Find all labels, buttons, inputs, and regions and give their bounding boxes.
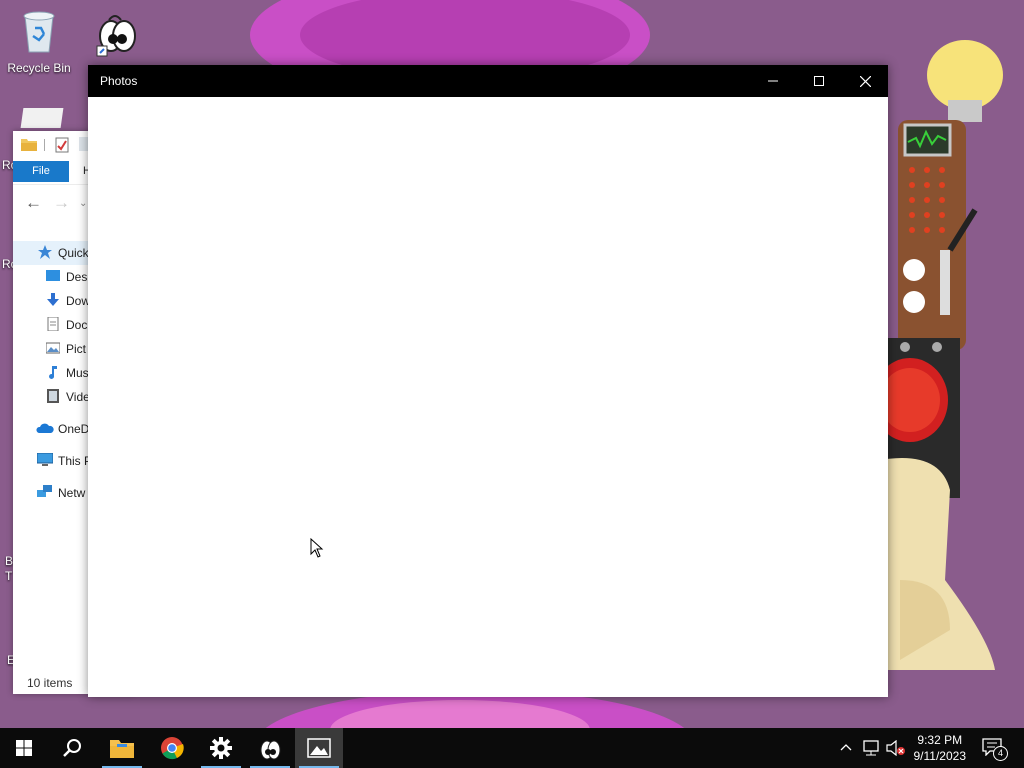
search-icon <box>63 739 81 757</box>
notification-count-badge: 4 <box>993 746 1008 761</box>
maximize-button[interactable] <box>796 65 842 97</box>
documents-icon <box>47 317 59 331</box>
taskbar: 9:32 PM 9/11/2023 4 <box>0 728 1024 768</box>
this-pc-icon <box>37 453 53 466</box>
chrome-icon <box>161 737 184 760</box>
desktop-label-fragment-3: B <box>5 554 14 568</box>
window-title: Photos <box>100 74 138 88</box>
network-status-icon[interactable] <box>862 740 880 756</box>
toontown-icon <box>260 740 281 760</box>
tree-label: Netw <box>58 486 86 500</box>
tree-label: Vide <box>66 390 90 404</box>
photos-content-area[interactable] <box>88 97 888 697</box>
recent-chevron-icon[interactable]: ⌄ <box>79 198 87 209</box>
tree-label: Mus <box>66 366 89 380</box>
notification-center-button[interactable]: 4 <box>982 738 1008 761</box>
mouse-pointer-icon <box>310 538 324 558</box>
recycle-bin-shortcut[interactable]: Recycle Bin <box>3 8 75 75</box>
music-icon <box>49 366 57 379</box>
search-button[interactable] <box>48 728 96 768</box>
minimize-button[interactable] <box>750 65 796 97</box>
tree-label: Quick <box>58 246 89 260</box>
toontown-shortcut-icon <box>96 15 136 57</box>
tree-label: Pict <box>66 342 87 356</box>
file-explorer-icon <box>110 740 134 758</box>
minimize-icon <box>768 80 778 82</box>
status-bar-item-count: 10 items <box>27 676 73 690</box>
close-icon <box>859 75 871 87</box>
taskbar-chrome[interactable] <box>148 728 196 768</box>
taskbar-toontown[interactable] <box>246 728 294 768</box>
clock-time: 9:32 PM <box>917 733 963 747</box>
chevron-up-icon[interactable] <box>840 743 852 751</box>
taskbar-settings[interactable] <box>197 728 245 768</box>
start-icon <box>16 740 32 756</box>
start-button[interactable] <box>0 728 48 768</box>
folder-icon <box>21 139 37 151</box>
settings-icon <box>210 737 232 759</box>
maximize-icon <box>814 76 824 86</box>
photos-icon <box>307 738 331 758</box>
taskbar-photos[interactable] <box>295 728 343 768</box>
star-icon <box>38 245 52 259</box>
desktop-label-fragment-4: T <box>5 569 13 583</box>
tree-label: Doc <box>66 318 88 332</box>
downloads-icon <box>47 293 59 306</box>
toolbar-divider <box>44 139 45 151</box>
system-clock[interactable]: 9:32 PM 9/11/2023 <box>914 732 967 764</box>
back-arrow-icon[interactable]: ← <box>25 193 42 213</box>
recycle-bin-label: Recycle Bin <box>7 61 71 75</box>
pictures-icon <box>46 342 60 354</box>
tree-label: Dow <box>66 294 91 308</box>
photos-window[interactable]: Photos <box>88 65 888 697</box>
recycle-bin-icon <box>23 11 55 53</box>
taskbar-file-explorer[interactable] <box>98 728 146 768</box>
tree-label: OneD <box>58 422 90 436</box>
forward-arrow-icon[interactable]: → <box>53 193 70 213</box>
close-button[interactable] <box>842 65 888 97</box>
clock-date: 9/11/2023 <box>913 749 967 763</box>
properties-icon[interactable] <box>55 137 69 153</box>
network-icon <box>37 485 52 497</box>
onedrive-icon <box>36 423 54 433</box>
wallpaper-gadget-illustration <box>880 40 1003 670</box>
videos-icon <box>47 389 59 403</box>
desktop-shortcut-partial[interactable] <box>20 108 64 128</box>
toontown-desktop-shortcut[interactable] <box>80 6 152 61</box>
photos-title-bar[interactable]: Photos <box>88 65 888 97</box>
desktop-folder-icon <box>46 270 60 281</box>
tree-label: This P <box>58 454 93 468</box>
file-tab[interactable]: File <box>13 161 69 182</box>
volume-muted-icon[interactable] <box>886 740 906 756</box>
